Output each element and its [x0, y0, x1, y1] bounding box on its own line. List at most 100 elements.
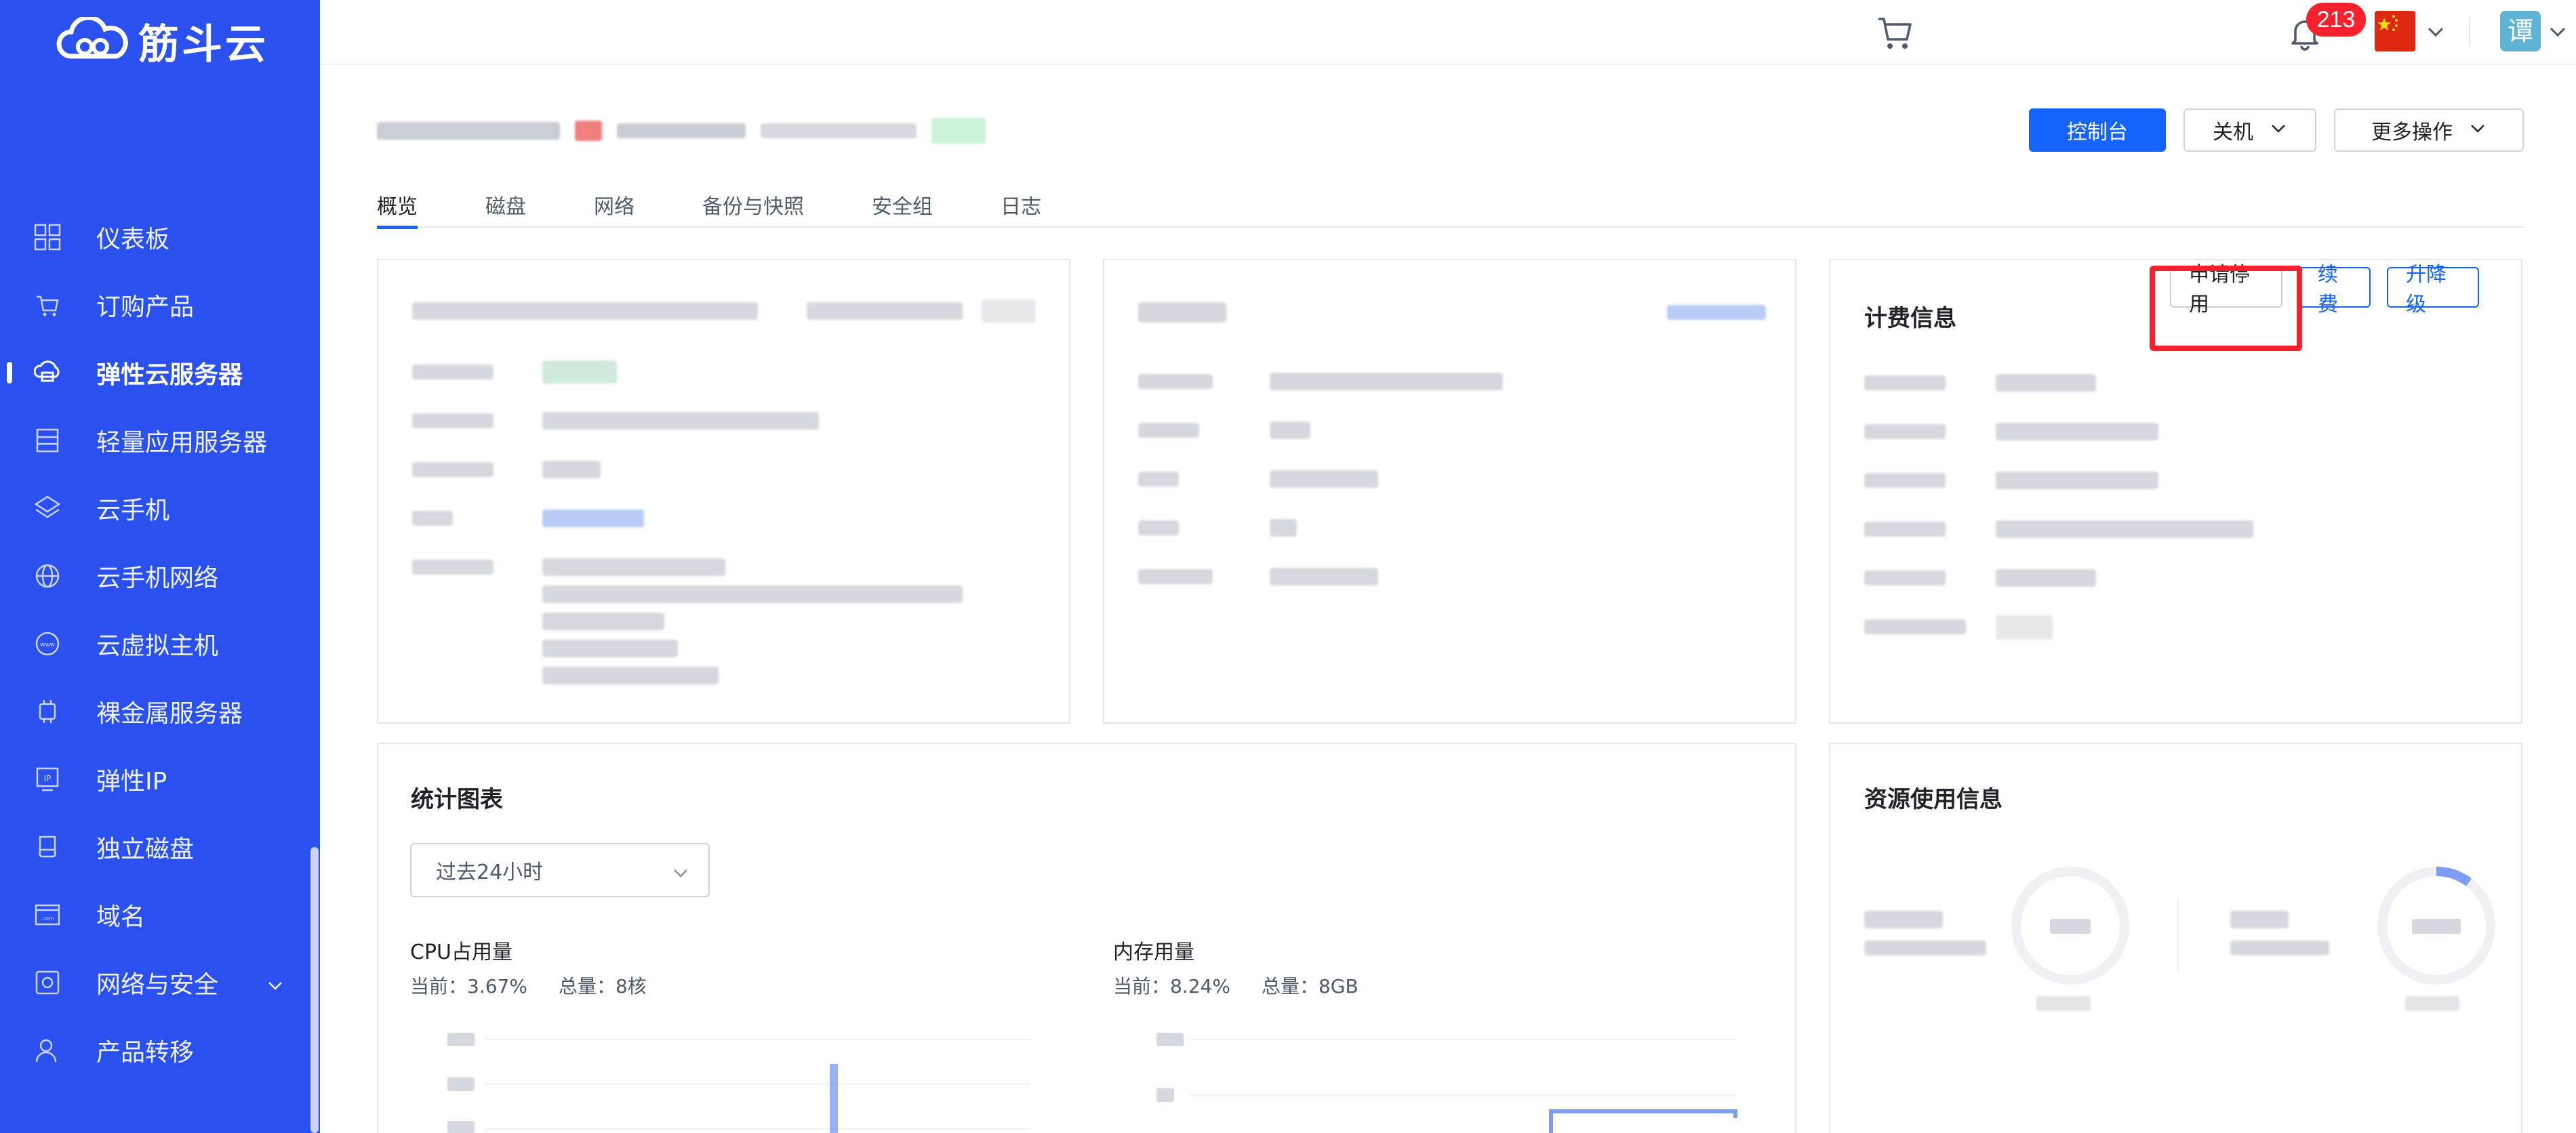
- cloud-logo-icon: [56, 17, 128, 59]
- instance-info-card: [377, 259, 1070, 724]
- time-range-select[interactable]: 过去24小时: [410, 843, 710, 897]
- grid-icon: [33, 222, 62, 252]
- memory-chart[interactable]: [1139, 1023, 1749, 1133]
- network-security-icon: [33, 968, 62, 997]
- sidebar-item-product-transfer[interactable]: 产品转移: [0, 1016, 320, 1084]
- topbar-divider: [2469, 18, 2470, 46]
- sidebar-item-label: 网络与安全: [96, 971, 219, 999]
- sidebar-item-label: 订购产品: [96, 293, 195, 321]
- redacted-label: [1138, 569, 1213, 584]
- more-actions-label: 更多操作: [2371, 121, 2453, 144]
- configuration-card: [1103, 259, 1796, 724]
- redacted-tick-label: [1156, 1088, 1174, 1102]
- phone-icon: [33, 493, 62, 523]
- sidebar-item-lightweight-server[interactable]: 轻量应用服务器: [0, 407, 320, 474]
- sidebar-item-label: 产品转移: [96, 1039, 195, 1067]
- redacted-value: [1996, 520, 2253, 538]
- flag-cn-icon[interactable]: [2375, 11, 2415, 52]
- redacted-label: [1864, 619, 1966, 634]
- gauge-divider: [2177, 899, 2179, 973]
- chevron-down-icon: [2469, 119, 2487, 142]
- tab-backup-snapshot[interactable]: 备份与快照: [702, 190, 804, 228]
- sidebar-item-network-security[interactable]: 网络与安全: [0, 949, 320, 1016]
- chevron-down-icon[interactable]: [2548, 22, 2568, 45]
- gauge-arc: [2436, 867, 2472, 886]
- request-stop-button[interactable]: 申请停用: [2170, 263, 2282, 316]
- redacted-value: [1270, 470, 1378, 488]
- sidebar-scrollbar[interactable]: [310, 847, 319, 1133]
- memory-total: 总量：8GB: [1261, 975, 1359, 997]
- redacted-caption: [2036, 996, 2091, 1011]
- tab-network[interactable]: 网络: [594, 190, 635, 228]
- cpu-current: 当前：3.67%: [410, 975, 527, 997]
- sidebar-item-domain[interactable]: .com 域名: [0, 881, 320, 949]
- status-badge: [931, 118, 986, 144]
- sidebar-item-label: 云虚拟主机: [96, 632, 219, 660]
- cart-icon: [33, 290, 62, 320]
- redacted-gauge-value: [2412, 919, 2461, 934]
- chevron-down-icon[interactable]: [266, 973, 285, 1001]
- power-off-label: 关机: [2213, 121, 2253, 144]
- redacted-label: [1864, 571, 1946, 585]
- console-button[interactable]: 控制台: [2029, 108, 2166, 152]
- billing-actions: 申请停用 续费 升降级: [2151, 263, 2479, 316]
- sidebar-item-cloud-phone[interactable]: 云手机: [0, 474, 320, 542]
- redacted-value: [1270, 421, 1310, 439]
- svg-text:.com: .com: [41, 915, 54, 922]
- cpu-chart[interactable]: [434, 1023, 1044, 1133]
- more-actions-button[interactable]: 更多操作: [2334, 108, 2524, 152]
- user-transfer-icon: [33, 1035, 62, 1065]
- redacted-value: [1270, 519, 1297, 537]
- avatar[interactable]: 谭: [2500, 11, 2541, 52]
- redacted-label: [2230, 911, 2289, 928]
- redacted-label: [412, 560, 494, 575]
- redacted-value: [1270, 373, 1503, 390]
- renew-button[interactable]: 续费: [2299, 263, 2371, 316]
- cart-icon[interactable]: [1874, 12, 1915, 56]
- sidebar-item-ecs[interactable]: 弹性云服务器: [0, 339, 320, 407]
- instance-tabs: 概览 磁盘 网络 备份与快照 安全组 日志: [377, 190, 2524, 229]
- redacted-value: [1996, 423, 2158, 440]
- sidebar-item-bare-metal[interactable]: 裸金属服务器: [0, 678, 320, 745]
- upgrade-downgrade-button[interactable]: 升降级: [2387, 263, 2479, 316]
- tab-overview[interactable]: 概览: [377, 190, 418, 229]
- tab-disk[interactable]: 磁盘: [485, 190, 526, 228]
- notification-badge: 213: [2306, 3, 2366, 37]
- redacted-label: [2230, 941, 2329, 955]
- tab-logs[interactable]: 日志: [1001, 190, 1041, 228]
- redacted-icon: [575, 121, 602, 141]
- sidebar-item-disk[interactable]: 独立磁盘: [0, 813, 320, 881]
- resource-usage-card: 资源使用信息: [1829, 743, 2522, 1133]
- domain-icon: .com: [33, 900, 62, 930]
- sidebar-item-virtual-host[interactable]: www 云虚拟主机: [0, 610, 320, 678]
- tab-security-group[interactable]: 安全组: [872, 190, 933, 228]
- redacted-label: [1864, 911, 1943, 928]
- redacted-caption: [2405, 996, 2459, 1011]
- globe-icon: [33, 561, 62, 591]
- redacted-gauge-value: [2050, 919, 2091, 934]
- redacted-label: [1864, 375, 1946, 390]
- sidebar-item-elastic-ip[interactable]: IP 弹性IP: [0, 745, 320, 813]
- resource-usage-title: 资源使用信息: [1864, 786, 2003, 813]
- ip-icon: IP: [33, 764, 62, 794]
- brand-logo[interactable]: 筋斗云: [54, 14, 268, 68]
- cloud-server-icon: [33, 358, 62, 388]
- redacted-link[interactable]: [1667, 305, 1766, 320]
- sidebar-item-order[interactable]: 订购产品: [0, 271, 320, 339]
- brand-name: 筋斗云: [138, 20, 268, 68]
- sidebar-item-cloud-phone-network[interactable]: 云手机网络: [0, 542, 320, 610]
- sidebar-item-dashboard[interactable]: 仪表板: [0, 203, 320, 271]
- redacted-link[interactable]: [542, 510, 644, 527]
- redacted-value: [542, 412, 819, 430]
- memory-metric-title: 内存用量: [1113, 941, 1194, 964]
- power-off-button[interactable]: 关机: [2183, 108, 2316, 152]
- redacted-label: [412, 511, 453, 526]
- instance-title-redacted: [377, 115, 986, 146]
- sidebar-item-label: 裸金属服务器: [96, 700, 243, 728]
- chevron-down-icon[interactable]: [2426, 22, 2446, 45]
- redacted-value: [542, 558, 725, 576]
- redacted-label: [1138, 374, 1213, 389]
- redacted-toggle[interactable]: [1996, 615, 2053, 640]
- redacted-value: [542, 640, 678, 657]
- billing-card: 计费信息: [1829, 259, 2522, 724]
